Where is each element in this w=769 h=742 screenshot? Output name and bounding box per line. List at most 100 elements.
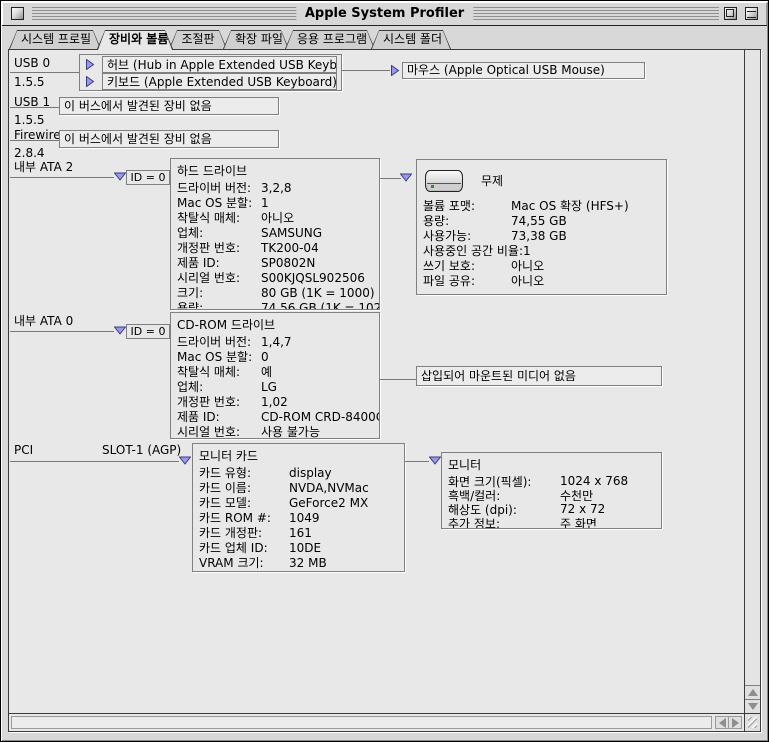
windowshade-box-icon[interactable] (745, 7, 758, 20)
status-bar (9, 713, 744, 731)
info-value: 사용 불가능 (261, 423, 320, 439)
scroll-left-button[interactable] (715, 716, 729, 729)
info-row: 크기:80 GB (1K = 1000) (171, 285, 379, 300)
info-value: S00KJQSL902506 (261, 271, 365, 285)
ata2-id-badge: ID = 0 (126, 170, 170, 185)
media-empty-box: 삽입되어 마운트된 미디어 없음 (416, 366, 662, 386)
info-value: LG (261, 380, 277, 394)
info-value: CD-ROM CRD-8400C (261, 410, 380, 424)
window-title: Apple System Profiler (296, 6, 473, 21)
info-value: 수천만 (560, 487, 593, 504)
info-value: NVDA,NVMac (289, 481, 369, 495)
info-row: Mac OS 분할:1 (171, 195, 379, 210)
vertical-scrollbar[interactable] (744, 50, 760, 713)
info-row: VRAM 크기:32 MB (193, 555, 404, 570)
info-value: 74,56 GB (1K = 1024) (261, 301, 380, 311)
tab-applications[interactable]: 응용 프로그램 (285, 30, 375, 49)
info-row: 카드 유형:display (193, 465, 404, 480)
info-row: 착탈식 매체:예 (171, 364, 379, 379)
info-row: 사용가능:73,38 GB (417, 228, 666, 243)
info-value: SAMSUNG (261, 226, 322, 240)
disclosure-right-icon[interactable] (390, 65, 400, 76)
disclosure-right-icon[interactable] (85, 76, 95, 87)
info-row: 시리얼 번호:사용 불가능 (171, 424, 379, 439)
info-row: 개정판 번호:TK200-04 (171, 240, 379, 255)
disclosure-down-icon[interactable] (429, 456, 441, 465)
info-row: 볼륨 포맷:Mac OS 확장 (HFS+) (417, 198, 666, 213)
info-value: 3,2,8 (261, 181, 292, 195)
disclosure-down-icon[interactable] (114, 172, 126, 181)
info-label: 추가 정보: (448, 515, 560, 530)
monitor-connector-line (405, 461, 429, 462)
info-row: 용량:74,56 GB (1K = 1024) (171, 300, 379, 310)
volume-title: 무제 (481, 172, 503, 189)
info-row: 착탈식 매체:아니오 (171, 210, 379, 225)
usb1-version: 1.5.5 (14, 113, 45, 127)
tab-system-profile[interactable]: 시스템 프로필 (9, 30, 101, 49)
ata0-connector-line (10, 331, 114, 332)
scroll-right-button[interactable] (728, 716, 742, 729)
tab-system-folders[interactable]: 시스템 폴더 (371, 30, 451, 49)
info-row: 파일 공유:아니오 (417, 273, 666, 288)
resize-grip[interactable] (744, 713, 760, 731)
info-row: 개정판 번호:1,02 (171, 394, 379, 409)
info-value: 주 화면 (560, 515, 597, 530)
devices-and-volumes-content: USB 0 1.5.5 허브 (Hub in Apple Extended US… (10, 51, 743, 712)
usb0-device-group-box: 허브 (Hub in Apple Extended USB Keyboard) … (79, 54, 342, 91)
pci-connector-line (10, 461, 179, 462)
info-value: 74,55 GB (511, 214, 567, 228)
info-label: 시리얼 번호: (177, 423, 261, 439)
cdrom-drive-info-box: CD-ROM 드라이브 드라이버 버전:1,4,7Mac OS 분할:0착탈식 … (170, 312, 380, 439)
info-row: 업체:SAMSUNG (171, 225, 379, 240)
scroll-up-button[interactable] (745, 685, 760, 699)
info-row: 제품 ID:SP0802N (171, 255, 379, 270)
monitor-card-title: 모니터 카드 (193, 444, 404, 465)
ata2-bus-label: 내부 ATA 2 (14, 158, 73, 175)
hard-drive-title: 하드 드라이브 (171, 159, 379, 180)
info-row: 업체:LG (171, 379, 379, 394)
arrow-down-icon (748, 703, 758, 710)
zoom-box-icon[interactable] (724, 7, 737, 20)
info-label: 용량: (177, 299, 261, 310)
usb-device-mouse: 마우스 (Apple Optical USB Mouse) (402, 62, 645, 79)
usb1-empty-box: 이 버스에서 발견된 장비 없음 (59, 97, 279, 115)
firewire-empty-box: 이 버스에서 발견된 장비 없음 (59, 130, 279, 148)
info-value: TK200-04 (261, 241, 319, 255)
info-value: 161 (289, 526, 312, 540)
info-value: 예 (261, 363, 272, 380)
usb1-connector-line (10, 107, 59, 108)
tab-extensions[interactable]: 확장 파일 (223, 30, 289, 49)
info-value: 0 (261, 350, 269, 364)
tab-devices-and-volumes[interactable]: 장비와 볼륨 (97, 30, 173, 49)
close-box-icon[interactable] (11, 7, 24, 20)
tab-control-panels[interactable]: 조절판 (169, 30, 227, 49)
info-row: 카드 ROM #:1049 (193, 510, 404, 525)
hard-drive-info-box: 하드 드라이브 드라이버 버전:3,2,8Mac OS 분할:1착탈식 매체:아… (170, 158, 380, 310)
info-value: 아니오 (261, 209, 294, 226)
cdrom-drive-title: CD-ROM 드라이브 (171, 313, 379, 334)
disclosure-right-icon[interactable] (85, 59, 95, 70)
info-row: 드라이버 버전:1,4,7 (171, 334, 379, 349)
status-text-field (11, 716, 712, 729)
title-bar[interactable]: Apple System Profiler (2, 2, 767, 26)
disclosure-down-icon[interactable] (114, 326, 126, 335)
info-row: 카드 모델:GeForce2 MX (193, 495, 404, 510)
info-value: display (289, 466, 332, 480)
info-row: 추가 정보:주 화면 (442, 516, 661, 529)
monitor-card-info-box: 모니터 카드 카드 유형:display카드 이름:NVDA,NVMac카드 모… (192, 443, 405, 572)
apple-system-profiler-window: Apple System Profiler 시스템 프로필 장비와 볼륨 조절판… (0, 0, 769, 742)
ata0-bus-label: 내부 ATA 0 (14, 312, 73, 329)
monitor-title: 모니터 (442, 453, 661, 474)
scroll-down-button[interactable] (745, 699, 760, 713)
info-value: 1 (523, 244, 531, 258)
info-label: VRAM 크기: (199, 554, 289, 571)
info-row: Mac OS 분할:0 (171, 349, 379, 364)
disclosure-down-icon[interactable] (179, 456, 191, 465)
tab-bar: 시스템 프로필 장비와 볼륨 조절판 확장 파일 응용 프로그램 시스템 폴더 (9, 30, 447, 49)
info-value: 1,02 (261, 395, 288, 409)
monitor-info-box: 모니터 화면 크기(픽셀):1024 x 768흑백/컬러:수천만해상도 (dp… (441, 452, 662, 529)
info-value: 10DE (289, 541, 321, 555)
info-row: 시리얼 번호:S00KJQSL902506 (171, 270, 379, 285)
firewire-connector-line (10, 140, 59, 141)
disclosure-down-icon[interactable] (400, 173, 412, 182)
